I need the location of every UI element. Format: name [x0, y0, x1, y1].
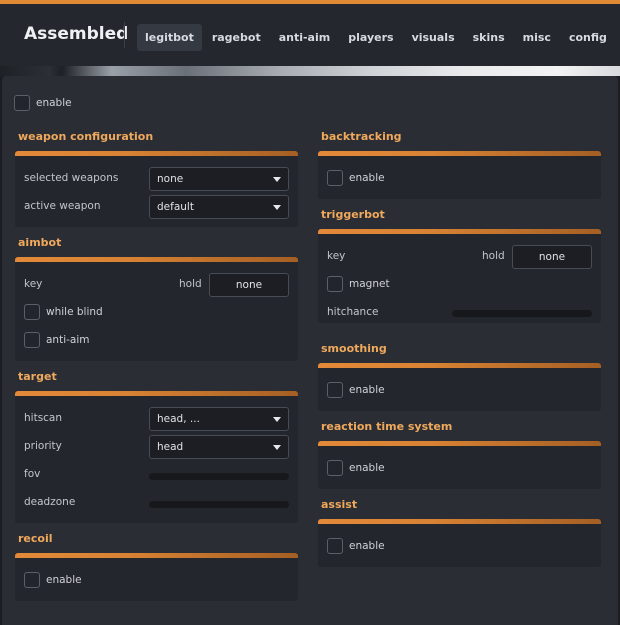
while-blind-toggle[interactable]: while blind [24, 304, 103, 320]
recoil-group: enable [15, 553, 298, 601]
app-title: Assembled [24, 24, 129, 44]
tab-players[interactable]: players [340, 24, 401, 51]
master-enable-toggle[interactable]: enable [14, 95, 72, 111]
triggerbot-group: key hold none magnet hitchance [318, 229, 601, 323]
recoil-title: recoil [18, 532, 53, 545]
recoil-enable-toggle[interactable]: enable [24, 572, 82, 588]
chevron-down-icon [273, 205, 281, 210]
active-weapon-label: active weapon [24, 200, 101, 212]
selected-weapons-value: none [157, 173, 184, 185]
anti-aim-checkbox[interactable] [24, 332, 40, 348]
reaction-time-enable-toggle[interactable]: enable [327, 460, 385, 476]
assist-enable-checkbox[interactable] [327, 538, 343, 554]
hitchance-label: hitchance [327, 306, 379, 318]
target-group: hitscan head, ... priority head fov dead… [15, 391, 298, 523]
deadzone-label: deadzone [24, 496, 76, 508]
group-accent-bar [318, 519, 601, 524]
anti-aim-label: anti-aim [46, 334, 90, 346]
fov-slider[interactable] [149, 473, 289, 480]
banner-image [0, 66, 620, 76]
smoothing-group: enable [318, 363, 601, 411]
while-blind-label: while blind [46, 306, 103, 318]
active-weapon-value: default [157, 201, 194, 213]
legitbot-panel: enable weapon configuration selected wea… [2, 76, 618, 625]
tab-legitbot[interactable]: legitbot [137, 24, 202, 51]
smoothing-enable-checkbox[interactable] [327, 382, 343, 398]
tab-visuals[interactable]: visuals [404, 24, 463, 51]
smoothing-title: smoothing [321, 342, 387, 355]
group-accent-bar [318, 363, 601, 368]
backtracking-enable-toggle[interactable]: enable [327, 170, 385, 186]
tab-skins[interactable]: skins [465, 24, 513, 51]
reaction-time-system-title: reaction time system [321, 420, 453, 433]
smoothing-enable-toggle[interactable]: enable [327, 382, 385, 398]
top-header: Assembled legitbot ragebot anti-aim play… [0, 0, 620, 66]
weapon-configuration-group: selected weapons none active weapon defa… [15, 151, 298, 227]
deadzone-slider[interactable] [149, 501, 289, 508]
group-accent-bar [318, 229, 601, 234]
assist-group: enable [318, 519, 601, 567]
triggerbot-title: triggerbot [321, 208, 385, 221]
hitchance-slider[interactable] [452, 310, 592, 317]
tab-config[interactable]: config [561, 24, 615, 51]
group-accent-bar [15, 553, 298, 558]
hitscan-value: head, ... [157, 413, 200, 425]
while-blind-checkbox[interactable] [24, 304, 40, 320]
assist-enable-toggle[interactable]: enable [327, 538, 385, 554]
assist-enable-label: enable [349, 540, 385, 552]
smoothing-enable-label: enable [349, 384, 385, 396]
priority-value: head [157, 441, 184, 453]
group-accent-bar [318, 441, 601, 446]
magnet-checkbox[interactable] [327, 276, 343, 292]
triggerbot-key-label: key [327, 250, 346, 262]
backtracking-enable-label: enable [349, 172, 385, 184]
master-enable-checkbox[interactable] [14, 95, 30, 111]
anti-aim-toggle[interactable]: anti-aim [24, 332, 90, 348]
active-weapon-dropdown[interactable]: default [149, 195, 289, 219]
aimbot-key-bind-button[interactable]: none [209, 273, 289, 297]
chevron-down-icon [273, 177, 281, 182]
aimbot-group: key hold none while blind anti-aim [15, 257, 298, 361]
triggerbot-key-mode: hold [482, 250, 505, 262]
backtracking-title: backtracking [321, 130, 402, 143]
group-accent-bar [15, 391, 298, 396]
group-accent-bar [15, 151, 298, 156]
hitscan-label: hitscan [24, 412, 63, 424]
aimbot-key-label: key [24, 278, 43, 290]
aimbot-title: aimbot [18, 236, 62, 249]
weapon-configuration-title: weapon configuration [18, 130, 154, 143]
title-divider [124, 22, 125, 48]
target-title: target [18, 370, 57, 383]
triggerbot-key-bind-button[interactable]: none [512, 245, 592, 269]
tab-misc[interactable]: misc [515, 24, 559, 51]
hitscan-dropdown[interactable]: head, ... [149, 407, 289, 431]
tab-ragebot[interactable]: ragebot [204, 24, 269, 51]
group-accent-bar [15, 257, 298, 262]
magnet-label: magnet [349, 278, 390, 290]
group-accent-bar [318, 151, 601, 156]
aimbot-key-mode: hold [179, 278, 202, 290]
priority-dropdown[interactable]: head [149, 435, 289, 459]
selected-weapons-label: selected weapons [24, 172, 119, 184]
backtracking-enable-checkbox[interactable] [327, 170, 343, 186]
fov-label: fov [24, 468, 41, 480]
reaction-time-enable-label: enable [349, 462, 385, 474]
chevron-down-icon [273, 417, 281, 422]
magnet-toggle[interactable]: magnet [327, 276, 390, 292]
recoil-enable-label: enable [46, 574, 82, 586]
chevron-down-icon [273, 445, 281, 450]
tab-bar: legitbot ragebot anti-aim players visual… [137, 24, 617, 51]
reaction-time-enable-checkbox[interactable] [327, 460, 343, 476]
priority-label: priority [24, 440, 62, 452]
selected-weapons-dropdown[interactable]: none [149, 167, 289, 191]
assist-title: assist [321, 498, 358, 511]
tab-anti-aim[interactable]: anti-aim [271, 24, 339, 51]
reaction-time-system-group: enable [318, 441, 601, 489]
recoil-enable-checkbox[interactable] [24, 572, 40, 588]
backtracking-group: enable [318, 151, 601, 199]
master-enable-label: enable [36, 97, 72, 109]
